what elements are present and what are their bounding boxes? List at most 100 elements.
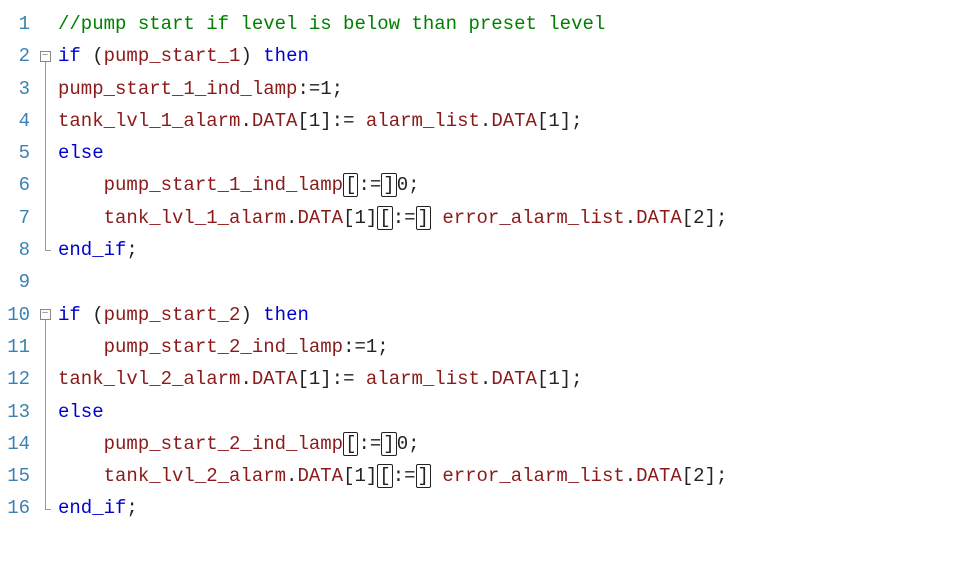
token: tank_lvl_2_alarm: [58, 368, 240, 390]
token: (: [81, 304, 104, 326]
token: tank_lvl_2_alarm: [104, 465, 286, 487]
line-number: 16: [0, 492, 30, 524]
token: .: [286, 207, 297, 229]
token: ;: [126, 497, 137, 519]
line-number: 14: [0, 428, 30, 460]
code-line[interactable]: tank_lvl_2_alarm.DATA[1]:= alarm_list.DA…: [58, 363, 955, 395]
token: [: [297, 368, 308, 390]
token: alarm_list: [366, 368, 480, 390]
token: :=: [297, 78, 320, 100]
code-line[interactable]: else: [58, 137, 955, 169]
token: 1: [309, 368, 320, 390]
token: :=: [343, 336, 366, 358]
token: 1: [548, 110, 559, 132]
token: [: [682, 465, 693, 487]
token: ]: [705, 465, 716, 487]
line-number: 7: [0, 202, 30, 234]
line-number: 3: [0, 73, 30, 105]
code-line[interactable]: end_if;: [58, 492, 955, 524]
code-line[interactable]: else: [58, 396, 955, 428]
code-line[interactable]: tank_lvl_2_alarm.DATA[1][:=] error_alarm…: [58, 460, 955, 492]
code-line[interactable]: pump_start_2_ind_lamp[:=]0;: [58, 428, 955, 460]
fold-cell: [36, 492, 54, 524]
token: then: [263, 304, 309, 326]
token: ]: [381, 432, 396, 456]
token: 0: [397, 174, 408, 196]
token: ;: [377, 336, 388, 358]
fold-cell[interactable]: −: [36, 299, 54, 331]
token: ]: [381, 173, 396, 197]
fold-cell: [36, 137, 54, 169]
token: pump_start_2: [104, 304, 241, 326]
token: 1: [366, 336, 377, 358]
fold-cell: [36, 460, 54, 492]
line-number: 12: [0, 363, 30, 395]
token: [: [343, 465, 354, 487]
code-line[interactable]: if (pump_start_2) then: [58, 299, 955, 331]
code-line[interactable]: end_if;: [58, 234, 955, 266]
token: if: [58, 45, 81, 67]
token: [431, 207, 442, 229]
token: pump_start_2_ind_lamp: [104, 433, 343, 455]
code-line[interactable]: pump_start_1_ind_lamp:=1;: [58, 73, 955, 105]
code-line[interactable]: pump_start_1_ind_lamp[:=]0;: [58, 169, 955, 201]
token: ]: [416, 464, 431, 488]
token: error_alarm_list: [442, 207, 624, 229]
token: 0: [397, 433, 408, 455]
token: [: [537, 110, 548, 132]
token: DATA: [297, 207, 343, 229]
fold-cell[interactable]: −: [36, 40, 54, 72]
token: ;: [571, 110, 582, 132]
code-area[interactable]: //pump start if level is below than pres…: [54, 8, 955, 525]
token: ]: [560, 110, 571, 132]
token: pump_start_1: [104, 45, 241, 67]
token: 2: [693, 465, 704, 487]
code-line[interactable]: pump_start_2_ind_lamp:=1;: [58, 331, 955, 363]
code-line[interactable]: //pump start if level is below than pres…: [58, 8, 955, 40]
token: ]: [320, 110, 331, 132]
fold-cell: [36, 428, 54, 460]
code-line[interactable]: [58, 266, 955, 298]
token: ]: [366, 465, 377, 487]
token: ;: [716, 207, 727, 229]
token: [: [297, 110, 308, 132]
line-number: 1: [0, 8, 30, 40]
code-line[interactable]: tank_lvl_1_alarm.DATA[1]:= alarm_list.DA…: [58, 105, 955, 137]
token: end_if: [58, 239, 126, 261]
code-line[interactable]: if (pump_start_1) then: [58, 40, 955, 72]
token: [431, 465, 442, 487]
token: DATA: [252, 368, 298, 390]
token: [: [377, 464, 392, 488]
fold-toggle-icon[interactable]: −: [40, 51, 51, 62]
token: ;: [332, 78, 343, 100]
fold-cell: [36, 73, 54, 105]
token: ]: [366, 207, 377, 229]
fold-toggle-icon[interactable]: −: [40, 309, 51, 320]
token: alarm_list: [366, 110, 480, 132]
token: .: [240, 368, 251, 390]
fold-cell: [36, 202, 54, 234]
fold-column[interactable]: −−: [36, 8, 54, 525]
fold-cell: [36, 396, 54, 428]
token: 1: [320, 78, 331, 100]
fold-cell: [36, 169, 54, 201]
line-number: 6: [0, 169, 30, 201]
token: DATA: [491, 110, 537, 132]
token: //pump start if level is below than pres…: [58, 13, 605, 35]
code-line[interactable]: tank_lvl_1_alarm.DATA[1][:=] error_alarm…: [58, 202, 955, 234]
code-editor[interactable]: 12345678910111213141516 −− //pump start …: [0, 8, 955, 525]
token: ): [240, 304, 263, 326]
line-number: 8: [0, 234, 30, 266]
token: :=: [358, 433, 381, 455]
token: 1: [354, 465, 365, 487]
token: ]: [320, 368, 331, 390]
token: DATA: [297, 465, 343, 487]
token: .: [286, 465, 297, 487]
token: [: [343, 432, 358, 456]
token: :=: [332, 110, 366, 132]
token: then: [263, 45, 309, 67]
token: .: [625, 207, 636, 229]
fold-cell: [36, 234, 54, 266]
fold-cell: [36, 331, 54, 363]
token: 1: [309, 110, 320, 132]
